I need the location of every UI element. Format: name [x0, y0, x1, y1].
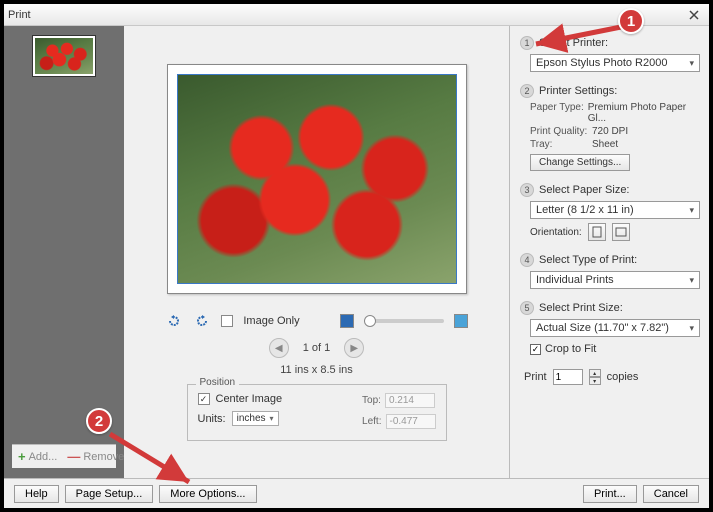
left-label: Left:: [362, 416, 381, 427]
cancel-button[interactable]: Cancel: [643, 485, 699, 503]
paper-type-value: Premium Photo Paper Gl...: [588, 102, 699, 124]
page-indicator: 1 of 1: [303, 342, 331, 354]
center-image-label: Center Image: [216, 393, 283, 405]
print-type-dropdown[interactable]: Individual Prints▾: [530, 271, 700, 289]
remove-button[interactable]: —Remove: [67, 449, 124, 464]
crop-to-fit-checkbox[interactable]: ✓: [530, 344, 541, 355]
page-nav: ◀ 1 of 1 ▶: [269, 338, 365, 358]
close-icon: [689, 10, 699, 20]
portrait-icon: [592, 226, 602, 238]
step-number-4: 4: [520, 253, 534, 267]
change-settings-button[interactable]: Change Settings...: [530, 154, 630, 171]
paper-size-label: Select Paper Size:: [539, 184, 630, 196]
print-button[interactable]: Print...: [583, 485, 637, 503]
more-options-button[interactable]: More Options...: [159, 485, 256, 503]
minus-icon: —: [67, 449, 80, 464]
plus-icon: +: [18, 449, 26, 464]
step-number-5: 5: [520, 301, 534, 315]
printer-settings-label: Printer Settings:: [539, 85, 617, 97]
image-only-label: Image Only: [243, 315, 299, 327]
orientation-label: Orientation:: [530, 227, 582, 238]
footer: Help Page Setup... More Options... Print…: [4, 478, 709, 508]
crop-to-fit-label: Crop to Fit: [545, 343, 596, 355]
paper-size-dropdown[interactable]: Letter (8 1/2 x 11 in)▾: [530, 201, 700, 219]
thumb-actions: +Add... —Remove: [12, 444, 116, 468]
position-legend: Position: [196, 377, 240, 388]
orientation-landscape-button[interactable]: [612, 223, 630, 241]
content-area: +Add... —Remove Image Only: [4, 26, 709, 478]
thumbnail-strip: +Add... —Remove: [4, 26, 124, 478]
printer-dropdown[interactable]: Epson Stylus Photo R2000▾: [530, 54, 700, 72]
step-paper-size: 3 Select Paper Size: Letter (8 1/2 x 11 …: [520, 183, 699, 241]
print-quality-value: 720 DPI: [592, 126, 628, 137]
spin-up[interactable]: ▴: [589, 369, 601, 377]
chevron-down-icon: ▾: [689, 275, 694, 286]
step-number-2: 2: [520, 84, 534, 98]
center-image-checkbox[interactable]: ✓: [198, 393, 210, 405]
rotate-ccw-icon: [166, 313, 182, 329]
top-label: Top:: [362, 395, 381, 406]
thumbnail-image: [35, 38, 93, 74]
left-value: -0.477: [386, 414, 436, 429]
next-page-button[interactable]: ▶: [344, 338, 364, 358]
step-number-3: 3: [520, 183, 534, 197]
bg-swatch-light[interactable]: [454, 314, 468, 328]
print-size-label: Select Print Size:: [539, 302, 623, 314]
rotate-ccw-button[interactable]: [165, 312, 183, 330]
units-label: Units:: [198, 413, 226, 425]
select-printer-label: Select Printer:: [539, 37, 608, 49]
thumbnail[interactable]: [12, 36, 116, 76]
preview-image: [178, 75, 456, 283]
bg-slider[interactable]: [364, 319, 444, 323]
copies-input[interactable]: [553, 369, 583, 385]
step-select-printer: 1 Select Printer: Epson Stylus Photo R20…: [520, 36, 699, 72]
landscape-icon: [615, 227, 627, 237]
bg-swatch-dark[interactable]: [340, 314, 354, 328]
step-print-type: 4 Select Type of Print: Individual Print…: [520, 253, 699, 289]
copies-label: Print: [524, 371, 547, 383]
orientation-portrait-button[interactable]: [588, 223, 606, 241]
copies-suffix: copies: [607, 371, 639, 383]
prev-page-button[interactable]: ◀: [269, 338, 289, 358]
top-value: 0.214: [385, 393, 435, 408]
image-only-checkbox[interactable]: [221, 315, 233, 327]
units-dropdown[interactable]: inches▾: [232, 411, 279, 426]
settings-pane: 1 Select Printer: Epson Stylus Photo R20…: [509, 26, 709, 478]
page-dimensions: 11 ins x 8.5 ins: [280, 364, 353, 376]
add-button[interactable]: +Add...: [18, 449, 57, 464]
copies-spinner[interactable]: ▴▾: [589, 369, 601, 385]
preview-page: [167, 64, 467, 294]
chevron-down-icon: ▾: [689, 323, 694, 334]
step-printer-settings: 2 Printer Settings: Paper Type:Premium P…: [520, 84, 699, 171]
step-number-1: 1: [520, 36, 534, 50]
chevron-down-icon: ▾: [689, 58, 694, 69]
tray-value: Sheet: [592, 139, 618, 150]
help-button[interactable]: Help: [14, 485, 59, 503]
rotate-cw-button[interactable]: [193, 312, 211, 330]
spin-down[interactable]: ▾: [589, 377, 601, 385]
chevron-down-icon: ▾: [689, 205, 694, 216]
rotate-cw-icon: [194, 313, 210, 329]
slider-thumb[interactable]: [364, 315, 376, 327]
print-dialog: Print +Add... —Remove: [0, 0, 713, 512]
close-button[interactable]: [683, 7, 705, 23]
print-type-label: Select Type of Print:: [539, 254, 637, 266]
step-print-size: 5 Select Print Size: Actual Size (11.70"…: [520, 301, 699, 385]
page-setup-button[interactable]: Page Setup...: [65, 485, 154, 503]
preview-pane: Image Only ◀ 1 of 1 ▶ 11 ins x 8.5 ins P…: [124, 26, 509, 478]
position-group: Position ✓ Center Image Units: inches▾ T…: [187, 384, 447, 441]
titlebar: Print: [4, 4, 709, 26]
preview-toolbar: Image Only: [165, 312, 467, 330]
print-size-dropdown[interactable]: Actual Size (11.70" x 7.82")▾: [530, 319, 700, 337]
window-title: Print: [8, 9, 31, 21]
preview-image-frame[interactable]: [177, 74, 457, 284]
